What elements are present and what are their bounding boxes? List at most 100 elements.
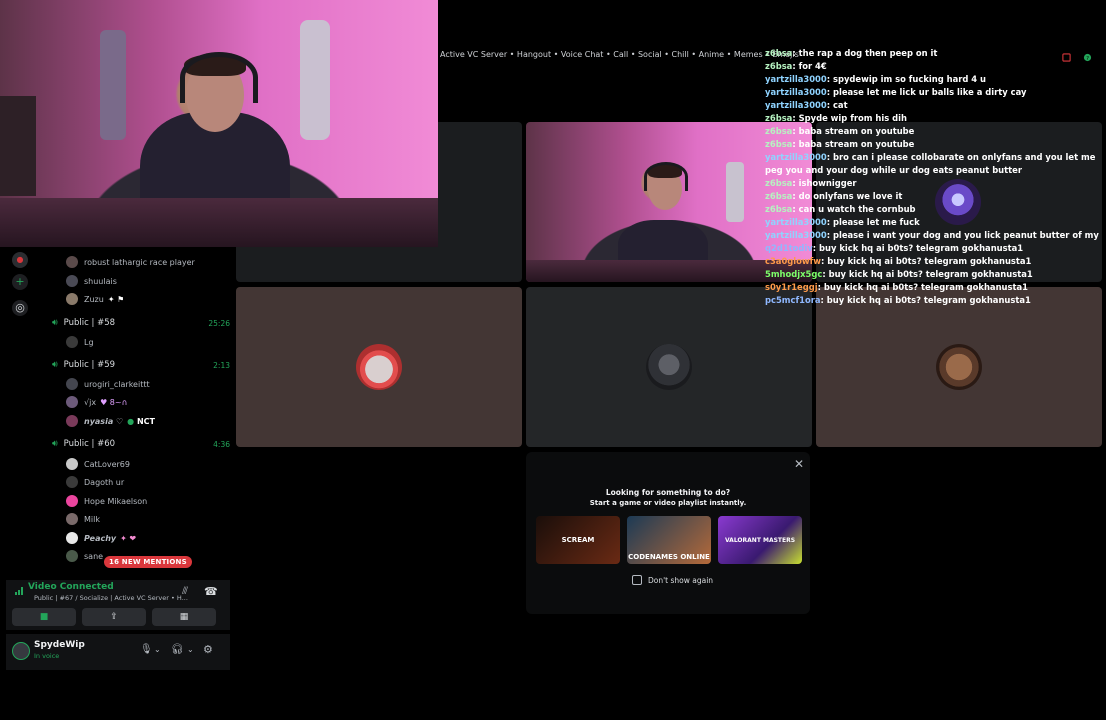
chevron-down-icon[interactable]: ⌄ [187,645,194,654]
avatar [66,550,78,562]
voice-user[interactable]: √jx ♥ 8~∩ [66,395,226,409]
avatar [936,344,982,390]
chat-text: for 4€ [798,61,827,71]
chat-username[interactable]: q2d1todiv [765,243,813,253]
chat-username[interactable]: yartzilla3000 [765,217,827,227]
chat-message: z6bsa: baba stream on youtube [765,125,1100,138]
video-tile[interactable] [526,287,812,447]
user-status: In voice [34,652,60,660]
dont-show-label: Don't show again [648,575,714,585]
chat-username[interactable]: s0y1r1eggj [765,282,818,292]
chat-username[interactable]: yartzilla3000 [765,100,827,110]
voice-user-name: Zuzu [84,294,104,304]
chat-message: c3a0glowfw: buy kick hq ai b0ts? telegra… [765,255,1100,268]
explore-icon[interactable]: ◎ [12,300,28,316]
signal-icon[interactable] [14,586,24,596]
username[interactable]: SpydeWip [34,640,85,650]
voice-user[interactable]: Hope Mikaelson [66,494,226,508]
headphones-icon[interactable]: 🎧︎ [171,644,184,655]
activity-subheading: Start a game or video playlist instantly… [589,499,747,507]
chat-username[interactable]: z6bsa [765,139,792,149]
avatar [66,256,78,268]
chat-username[interactable]: c3a0glowfw [765,256,821,266]
chat-message: z6bsa: for 4€ [765,60,1100,73]
close-icon[interactable]: ✕ [794,457,804,471]
chat-username[interactable]: yartzilla3000 [765,152,827,162]
badge-icon: ✦ ⚑ [107,294,125,304]
avatar [66,458,78,470]
speaker-icon: 🔊︎ [52,360,58,370]
chat-username[interactable]: yartzilla3000 [765,87,827,97]
voice-user[interactable]: CatLover69 [66,457,226,471]
chat-username[interactable]: pc5mcf1ora [765,295,820,305]
chat-message: s0y1r1eggj: buy kick hq ai b0ts? telegra… [765,281,1100,294]
video-tile[interactable] [236,287,522,447]
chat-username[interactable]: z6bsa [765,191,792,201]
new-mentions-pill[interactable]: 16 NEW MENTIONS [104,556,192,568]
chat-message: z6bsa: do onlyfans we love it [765,190,1100,203]
voice-user-name: Dagoth ur [84,477,125,487]
voice-user[interactable]: Peachy ✦ ❤ [66,531,226,545]
chat-message: yartzilla3000: bro can i please collobar… [765,151,1100,177]
voice-user-name: robust lathargic race player [84,257,195,267]
chat-username[interactable]: yartzilla3000 [765,230,827,240]
channel-timer: 4:36 [213,439,230,449]
dont-show-again[interactable]: Don't show again [632,575,713,585]
avatar[interactable] [12,642,30,660]
chat-username[interactable]: z6bsa [765,204,792,214]
chat-username[interactable]: z6bsa [765,48,792,58]
camera-button[interactable]: ■ [12,608,76,626]
gear-icon[interactable]: ⚙ [203,643,213,656]
voice-user[interactable]: robust lathargic race player [66,255,274,269]
avatar [66,336,78,348]
server-icon[interactable]: ● [12,252,28,268]
voice-user[interactable]: Dagoth ur [66,475,226,489]
chat-message: z6bsa: Spyde wip from his dih [765,112,1100,125]
chat-text: can u watch the cornbub [798,204,916,214]
chat-username[interactable]: 5mhodjx5gc [765,269,822,279]
checkbox[interactable] [632,575,642,585]
avatar [66,495,78,507]
voice-channel-58[interactable]: 🔊︎ Public | #58 25:26 [52,316,230,330]
chat-username[interactable]: z6bsa [765,113,792,123]
activities-button[interactable]: ▦ [152,608,216,626]
voice-channel-59[interactable]: 🔊︎ Public | #59 2:13 [52,358,230,372]
noise-suppression-icon[interactable]: ⫻ [182,586,188,597]
chat-username[interactable]: z6bsa [765,126,792,136]
chat-text: cat [832,100,848,110]
voice-user[interactable]: shuulais [66,274,226,288]
chat-username[interactable]: z6bsa [765,178,792,188]
channel-name: Public | #59 [63,360,116,370]
voice-user[interactable]: Milk [66,512,226,526]
chat-message: pc5mcf1ora: buy kick hq ai b0ts? telegra… [765,294,1100,307]
webcam-overlay [0,0,438,247]
activity-card-scream[interactable]: SCREAM [536,516,620,564]
microphone-icon[interactable]: 🎙︎ [140,644,153,655]
voice-user-name: sane [84,551,104,561]
chat-text: the rap a dog then peep on it [798,48,938,58]
chat-username[interactable]: yartzilla3000 [765,74,827,84]
video-tile[interactable] [816,287,1102,447]
badge-icon: ♥ 8~∩ [100,397,128,407]
voice-user[interactable]: urogiri_clarkeittt ⊘ [66,377,312,391]
voice-channel-60[interactable]: 🔊︎ Public | #60 4:36 [52,437,230,451]
voice-status[interactable]: Video Connected [28,582,114,592]
add-server-icon[interactable]: + [12,274,28,290]
screen-share-button[interactable]: ⇪ [82,608,146,626]
activity-card-valorant[interactable]: VALORANT MASTERS [718,516,802,564]
channel-name: Public | #60 [63,439,116,449]
voice-user[interactable]: Zuzu ✦ ⚑ [66,292,226,306]
chat-message: z6bsa: baba stream on youtube [765,138,1100,151]
activity-card-codenames[interactable]: CODENAMES ONLINE [627,516,711,564]
avatar [66,415,78,427]
chat-username[interactable]: z6bsa [765,61,792,71]
chevron-down-icon[interactable]: ⌄ [154,645,161,654]
chat-message: yartzilla3000: cat [765,99,1100,112]
voice-user[interactable]: nyasia ♡ ● NCT [66,414,226,428]
channel-header: Active VC Server • Hangout • Voice Chat … [440,50,799,59]
chat-text: do onlyfans we love it [798,191,903,201]
disconnect-icon[interactable]: ☎ [204,585,218,598]
chat-text: please i want your dog and you lick pean… [832,230,1100,240]
voice-location[interactable]: Public | #67 / Socialize | Active VC Ser… [34,594,188,602]
voice-user[interactable]: Lg ⊘ [66,335,378,349]
